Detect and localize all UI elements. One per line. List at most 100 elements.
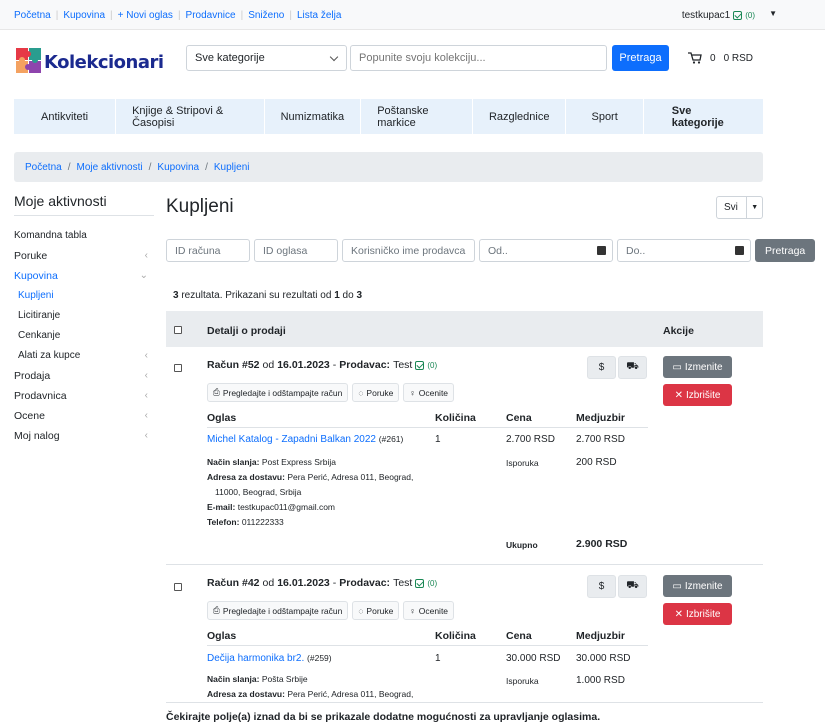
sidebar-item-dashboard[interactable]: Komandna tabla [14, 226, 154, 246]
address-line1: Pera Perić, Adresa 011, Beograd, [287, 689, 414, 699]
category-select[interactable]: Sve kategorije [186, 45, 347, 71]
rate-button[interactable]: ♀ Ocenite [403, 383, 455, 402]
sidebar-item-bought[interactable]: Kupljeni [14, 286, 154, 306]
top-links: Početna | Kupovina | + Novi oglas | Prodavn… [14, 10, 341, 21]
delete-button[interactable]: ✕ Izbrišite [663, 603, 732, 625]
results-count: 3 [173, 290, 179, 301]
messages-button[interactable]: ◌ Poruke [352, 383, 400, 402]
item-link[interactable]: Michel Katalog - Zapadni Balkan 2022 [207, 434, 376, 445]
sidebar-item-haggling[interactable]: Cenkanje [14, 326, 154, 346]
chat-icon: ◌ [358, 605, 364, 616]
date-to-input[interactable]: Do.. [617, 239, 751, 262]
sidebar-item-label: Komandna tabla [14, 230, 87, 241]
bulk-actions-note: Čekirajte polje(a) iznad da bi se prikaz… [166, 702, 763, 724]
category-numismatics[interactable]: Numizmatika [265, 99, 362, 134]
edit-button[interactable]: ▭ Izmenite [663, 356, 732, 378]
search-input[interactable] [350, 45, 607, 71]
category-nav: Antikviteti Knjige & Stripovi & Časopisi… [14, 99, 763, 134]
sidebar-item-label: Kupljeni [18, 290, 54, 301]
messages-button[interactable]: ◌ Poruke [352, 601, 400, 620]
shipping-method: Post Express Srbija [261, 457, 336, 467]
site-logo[interactable]: Kolekcionari [14, 44, 164, 84]
top-link-home[interactable]: Početna [14, 10, 51, 21]
invoice-id-input[interactable]: ID računa [166, 239, 250, 262]
delete-button[interactable]: ✕ Izbrišite [663, 384, 732, 406]
sidebar-item-label: Prodavnica [14, 390, 67, 402]
print-label: Pregledajte i odštampajte račun [222, 605, 343, 616]
sidebar-item-label: Prodaja [14, 370, 51, 382]
breadcrumb-shopping[interactable]: Kupovina [157, 162, 199, 173]
item-link[interactable]: Dečija harmonika br2. [207, 653, 304, 664]
breadcrumb-home[interactable]: Početna [25, 162, 62, 173]
top-link-shopping[interactable]: Kupovina [63, 10, 105, 21]
col-qty: Količina [435, 412, 476, 424]
item-price: 2.700 RSD [506, 434, 555, 445]
order-checkbox[interactable] [174, 583, 182, 591]
total-label: Ukupno [506, 540, 538, 550]
search-button[interactable]: Pretraga [612, 45, 669, 71]
item-id: (#261) [378, 434, 404, 444]
filter-search-button[interactable]: Pretraga [755, 239, 816, 262]
print-invoice-button[interactable]: ⎙ Pregledajte i odštampajte račun [207, 383, 349, 402]
breadcrumb-bought[interactable]: Kupljeni [214, 162, 250, 173]
top-link-new-ad[interactable]: + Novi oglas [118, 10, 173, 21]
caret-down-icon[interactable]: ▼ [746, 197, 762, 218]
sidebar-item-shop[interactable]: Prodavnica ‹ [14, 386, 154, 406]
date-from-input[interactable]: Od.. [479, 239, 613, 262]
rate-button[interactable]: ♀ Ocenite [403, 601, 455, 620]
delivery-info: Način slanja: Post Express Srbija Adresa… [207, 455, 422, 530]
category-books[interactable]: Knjige & Stripovi & Časopisi [116, 99, 265, 134]
messages-label: Poruke [366, 605, 394, 616]
results-text: do [342, 290, 354, 301]
payment-button[interactable]: $ [587, 575, 616, 598]
sidebar-item-ratings[interactable]: Ocene ‹ [14, 406, 154, 426]
top-link-discounted[interactable]: Sniženo [248, 10, 284, 21]
payment-button[interactable]: $ [587, 356, 616, 379]
print-invoice-button[interactable]: ⎙ Pregledajte i odštampajte račun [207, 601, 349, 620]
date-label: od [262, 577, 275, 589]
item-cell: Michel Katalog - Zapadni Balkan 2022 (#2… [207, 434, 403, 445]
category-sport[interactable]: Sport [566, 99, 644, 134]
breadcrumb: Početna / Moje aktivnosti / Kupovina / Kupl… [14, 152, 763, 182]
item-subtotal: 2.700 RSD [576, 434, 625, 445]
shipping-label: Način slanja: [207, 674, 260, 684]
separator: | [240, 10, 244, 21]
seller-input[interactable]: Korisničko ime prodavca [342, 239, 475, 262]
rate-label: Ocenite [418, 605, 449, 616]
category-postcards[interactable]: Razglednice [473, 99, 567, 134]
select-all-checkbox[interactable] [174, 326, 182, 334]
caret-down-icon[interactable]: ▼ [769, 9, 777, 18]
shipping-button[interactable]: ⛟ [618, 356, 647, 379]
cart-total: 0 RSD [723, 52, 754, 64]
category-stamps[interactable]: Poštanske markice [361, 99, 473, 134]
cart[interactable]: 0 0 RSD [688, 52, 753, 64]
table-header: Detalji o prodaji Akcije [166, 311, 763, 347]
close-icon: ✕ [674, 389, 683, 401]
delete-label: Izbrišite [685, 608, 721, 620]
sidebar-item-selling[interactable]: Prodaja ‹ [14, 366, 154, 386]
printer-icon: ⎙ [213, 605, 220, 615]
edit-button[interactable]: ▭ Izmenite [663, 575, 732, 597]
sidebar-item-buyer-tools[interactable]: Alati za kupce ‹ [14, 346, 154, 366]
sidebar-item-account[interactable]: Moj nalog ‹ [14, 426, 154, 446]
sidebar-item-shopping[interactable]: Kupovina ⌄ [14, 266, 154, 286]
order-checkbox[interactable] [174, 364, 182, 372]
sidebar-item-label: Ocene [14, 410, 45, 422]
sidebar-item-bidding[interactable]: Licitiranje [14, 306, 154, 326]
delete-label: Izbrišite [685, 389, 721, 401]
order-date: 16.01.2023 [277, 359, 330, 371]
shipping-button[interactable]: ⛟ [618, 575, 647, 598]
category-antiques[interactable]: Antikviteti [14, 99, 117, 134]
user-menu[interactable]: testkupac1 (0) ▼ [682, 9, 777, 21]
sidebar-item-messages[interactable]: Poruke ‹ [14, 246, 154, 266]
top-link-wishlist[interactable]: Lista želja [297, 10, 341, 21]
results-to: 3 [356, 290, 363, 301]
address-line1: Pera Perić, Adresa 011, Beograd, [287, 472, 414, 482]
ad-id-input[interactable]: ID oglasa [254, 239, 338, 262]
cart-count: 0 [710, 52, 716, 64]
breadcrumb-activities[interactable]: Moje aktivnosti [76, 162, 142, 173]
top-link-shops[interactable]: Prodavnice [186, 10, 236, 21]
invoice-id-placeholder: ID računa [175, 244, 221, 257]
filter-select[interactable]: Svi ▼ [716, 196, 763, 219]
category-all[interactable]: Sve kategorije [644, 99, 763, 134]
